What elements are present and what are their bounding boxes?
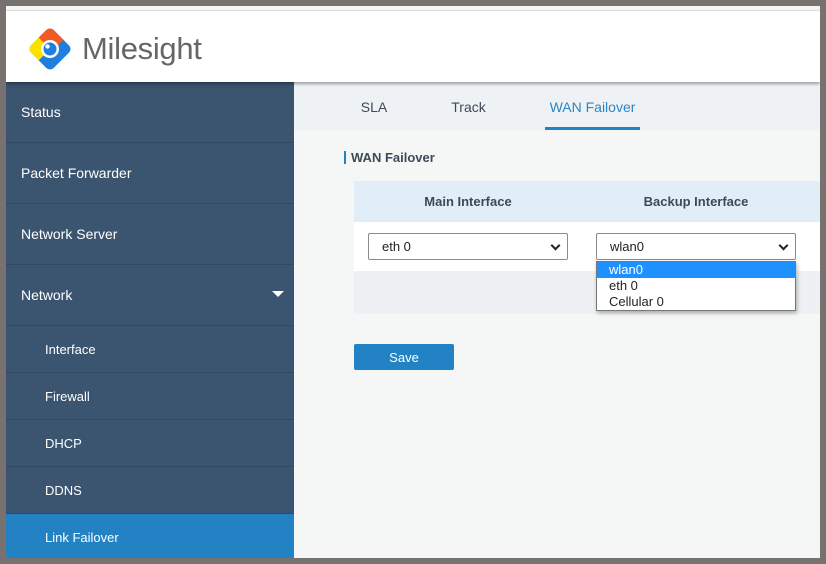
sidebar-item-status[interactable]: Status <box>6 82 294 143</box>
section-title: WAN Failover <box>344 151 435 164</box>
chevron-down-icon <box>778 240 789 251</box>
backup-interface-dropdown: wlan0 eth 0 Cellular 0 <box>596 261 796 311</box>
tab-bar: SLA Track WAN Failover <box>294 82 820 130</box>
brand-name: Milesight <box>82 31 202 66</box>
select-value: wlan0 <box>610 239 644 254</box>
column-header-backup-interface: Backup Interface <box>643 194 749 209</box>
tab-sla[interactable]: SLA <box>359 82 389 130</box>
sidebar-item-label: Packet Forwarder <box>21 165 132 181</box>
save-button[interactable]: Save <box>354 344 454 370</box>
tab-wan-failover[interactable]: WAN Failover <box>545 82 640 130</box>
sidebar-item-label: DHCP <box>45 435 82 451</box>
dropdown-option-wlan0[interactable]: wlan0 <box>597 262 795 278</box>
sidebar-subitem-dhcp[interactable]: DHCP <box>6 420 294 467</box>
backup-interface-select[interactable]: wlan0 <box>596 233 796 260</box>
sidebar-item-label: Network Server <box>21 226 118 242</box>
sidebar-item-network[interactable]: Network <box>6 265 294 326</box>
dropdown-option-cellular0[interactable]: Cellular 0 <box>597 294 795 310</box>
sidebar-item-network-server[interactable]: Network Server <box>6 204 294 265</box>
sidebar-subitem-firewall[interactable]: Firewall <box>6 373 294 420</box>
chevron-down-icon <box>550 240 561 251</box>
caret-down-icon <box>272 291 284 297</box>
column-header-main-interface: Main Interface <box>424 194 512 209</box>
sidebar-subitem-link-failover[interactable]: Link Failover <box>6 514 294 558</box>
select-value: eth 0 <box>382 239 411 254</box>
sidebar-item-label: Link Failover <box>45 529 119 545</box>
sidebar-item-label: Firewall <box>45 388 90 404</box>
sidebar-subitem-ddns[interactable]: DDNS <box>6 467 294 514</box>
logo: Milesight <box>26 25 202 73</box>
sidebar-item-label: DDNS <box>45 482 82 498</box>
dropdown-option-eth0[interactable]: eth 0 <box>597 278 795 294</box>
sidebar-item-label: Interface <box>45 341 96 357</box>
table-header: Main Interface Backup Interface <box>354 181 820 222</box>
sidebar-subitem-interface[interactable]: Interface <box>6 326 294 373</box>
sidebar-item-label: Status <box>21 104 61 120</box>
tab-track[interactable]: Track <box>451 82 486 130</box>
header: Milesight <box>6 10 820 82</box>
main-interface-select[interactable]: eth 0 <box>368 233 568 260</box>
sidebar-item-label: Network <box>21 287 73 303</box>
app-window: Milesight Status Packet Forwarder Networ… <box>6 6 820 558</box>
sidebar-item-packet-forwarder[interactable]: Packet Forwarder <box>6 143 294 204</box>
milesight-logo-icon <box>29 28 71 70</box>
sidebar: Status Packet Forwarder Network Server N… <box>6 82 294 558</box>
